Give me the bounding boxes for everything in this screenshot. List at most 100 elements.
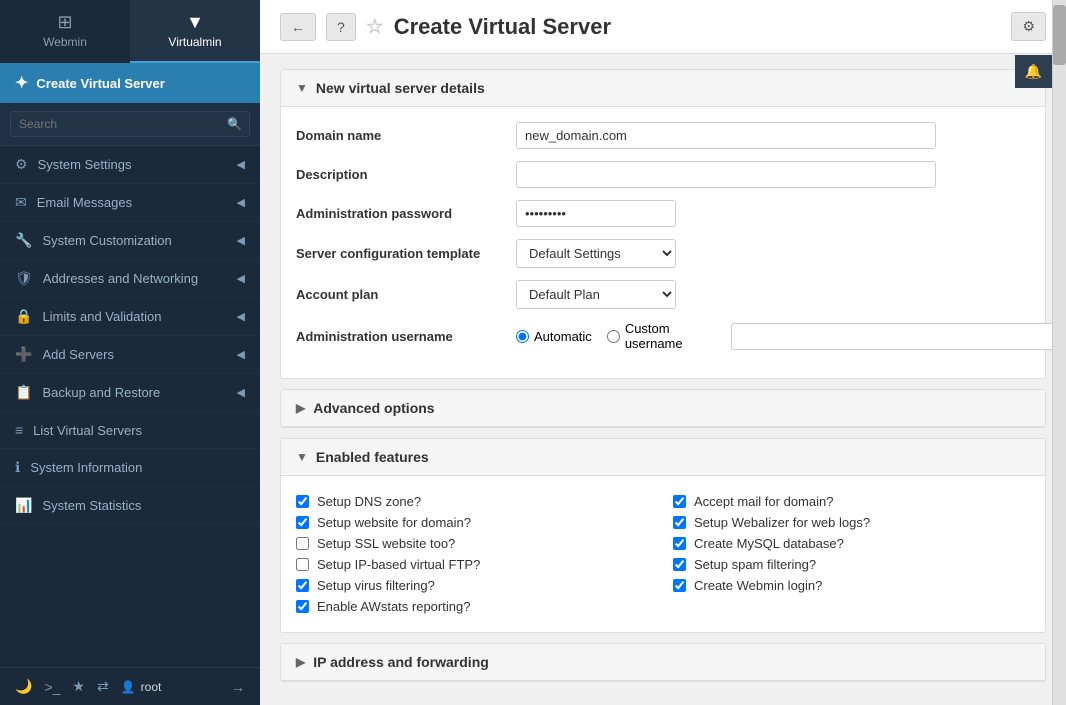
password-input[interactable] (516, 200, 676, 227)
sidebar-item-system-settings[interactable]: ⚙ System Settings ◀ (0, 146, 260, 184)
webmin-tab[interactable]: ⊞ Webmin (0, 0, 130, 63)
config-template-control: Default Settings (516, 239, 1030, 268)
virtualmin-label: Virtualmin (168, 35, 221, 49)
sidebar-item-addresses-networking[interactable]: 🛡 Addresses and Networking ◀ (0, 260, 260, 298)
section1-title: New virtual server details (316, 80, 485, 96)
virtualmin-tab[interactable]: ▼ Virtualmin (130, 0, 260, 63)
sidebar-item-backup-restore[interactable]: 📋 Backup and Restore ◀ (0, 374, 260, 412)
virus-checkbox[interactable] (296, 579, 309, 592)
section3-toggle-icon: ▼ (296, 450, 308, 464)
description-control (516, 161, 1030, 188)
star-icon[interactable]: ★ (72, 678, 85, 695)
radio-custom-label: Custom username (625, 321, 721, 351)
feature-awstats: Enable AWstats reporting? (296, 596, 653, 617)
dns-zone-checkbox[interactable] (296, 495, 309, 508)
terminal-icon[interactable]: >_ (44, 679, 60, 695)
section-ip-forwarding: ▶ IP address and forwarding (280, 643, 1046, 682)
webmin-login-checkbox[interactable] (673, 579, 686, 592)
sidebar-item-system-information[interactable]: ℹ System Information (0, 449, 260, 487)
admin-username-control: Automatic Custom username (516, 321, 1066, 351)
virus-label: Setup virus filtering? (317, 578, 435, 593)
section-new-virtual-server: ▼ New virtual server details Domain name… (280, 69, 1046, 379)
account-plan-label: Account plan (296, 287, 516, 302)
custom-username-input[interactable] (731, 323, 1066, 350)
system-customization-label: System Customization (42, 233, 171, 248)
user-info: 👤 root (121, 680, 162, 694)
mysql-checkbox[interactable] (673, 537, 686, 550)
ssl-checkbox[interactable] (296, 537, 309, 550)
email-messages-label: Email Messages (37, 195, 132, 210)
section1-header[interactable]: ▼ New virtual server details (281, 70, 1045, 107)
description-input[interactable] (516, 161, 936, 188)
admin-username-label: Administration username (296, 329, 516, 344)
main-content: ← ? ☆ Create Virtual Server ⚙ 🔔 ▼ New vi… (260, 0, 1066, 705)
scrollbar-thumb (1053, 5, 1066, 65)
add-servers-label: Add Servers (42, 347, 114, 362)
system-settings-icon: ⚙ (15, 156, 28, 173)
section2-header[interactable]: ▶ Advanced options (281, 390, 1045, 427)
feature-dns-zone: Setup DNS zone? (296, 491, 653, 512)
accept-mail-checkbox[interactable] (673, 495, 686, 508)
search-input[interactable] (10, 111, 250, 137)
ftp-checkbox[interactable] (296, 558, 309, 571)
feature-webalizer: Setup Webalizer for web logs? (673, 512, 1030, 533)
moon-icon[interactable]: 🌙 (15, 678, 32, 695)
active-item-icon: ✦ (15, 73, 28, 93)
feature-website: Setup website for domain? (296, 512, 653, 533)
help-button[interactable]: ? (326, 13, 356, 41)
section4-toggle-icon: ▶ (296, 655, 305, 669)
system-information-icon: ℹ (15, 459, 20, 476)
accept-mail-label: Accept mail for domain? (694, 494, 833, 509)
chevron-icon: ◀ (237, 158, 245, 171)
active-item-label: Create Virtual Server (36, 76, 164, 91)
webalizer-checkbox[interactable] (673, 516, 686, 529)
section-enabled-features: ▼ Enabled features Setup DNS zone? (280, 438, 1046, 633)
backup-restore-icon: 📋 (15, 384, 32, 401)
website-checkbox[interactable] (296, 516, 309, 529)
webalizer-label: Setup Webalizer for web logs? (694, 515, 870, 530)
notification-button[interactable]: 🔔 (1015, 55, 1052, 88)
config-template-label: Server configuration template (296, 246, 516, 261)
chevron-icon-4: ◀ (237, 272, 245, 285)
webmin-label: Webmin (43, 35, 87, 49)
sidebar-item-system-customization[interactable]: 🔧 System Customization ◀ (0, 222, 260, 260)
scrollbar[interactable] (1052, 0, 1066, 705)
page-title-text: Create Virtual Server (394, 14, 611, 40)
radio-custom-option: Custom username (607, 321, 1066, 351)
section3-header[interactable]: ▼ Enabled features (281, 439, 1045, 476)
radio-automatic[interactable] (516, 330, 529, 343)
logout-icon[interactable]: → (231, 679, 245, 695)
password-label: Administration password (296, 206, 516, 221)
awstats-checkbox[interactable] (296, 600, 309, 613)
top-bar-right: ⚙ (1011, 12, 1046, 41)
favorite-star-icon[interactable]: ☆ (366, 14, 384, 39)
section4-header[interactable]: ▶ IP address and forwarding (281, 644, 1045, 681)
sidebar-item-add-servers[interactable]: ➕ Add Servers ◀ (0, 336, 260, 374)
feature-virus: Setup virus filtering? (296, 575, 653, 596)
section-advanced-options: ▶ Advanced options (280, 389, 1046, 428)
radio-custom[interactable] (607, 330, 620, 343)
sidebar-item-system-statistics[interactable]: 📊 System Statistics (0, 487, 260, 525)
action-row: ✔ Create Server (280, 692, 1046, 705)
sidebar: ⊞ Webmin ▼ Virtualmin ✦ Create Virtual S… (0, 0, 260, 705)
section3-title: Enabled features (316, 449, 429, 465)
system-statistics-label: System Statistics (42, 498, 141, 513)
ssl-label: Setup SSL website too? (317, 536, 455, 551)
config-template-select[interactable]: Default Settings (516, 239, 676, 268)
domain-name-row: Domain name (296, 122, 1030, 149)
domain-name-input[interactable] (516, 122, 936, 149)
sidebar-item-email-messages[interactable]: ✉ Email Messages ◀ (0, 184, 260, 222)
description-row: Description (296, 161, 1030, 188)
chevron-icon-6: ◀ (237, 348, 245, 361)
radio-group: Automatic Custom username (516, 321, 1066, 351)
webmin-login-label: Create Webmin login? (694, 578, 822, 593)
sidebar-item-list-virtual-servers[interactable]: ≡ List Virtual Servers (0, 412, 260, 449)
settings-button[interactable]: ⚙ (1011, 12, 1046, 41)
sidebar-item-limits-validation[interactable]: 🔒 Limits and Validation ◀ (0, 298, 260, 336)
password-row: Administration password (296, 200, 1030, 227)
admin-username-row: Administration username Automatic Custom… (296, 321, 1030, 351)
share-icon[interactable]: ⇄ (97, 678, 109, 695)
spam-checkbox[interactable] (673, 558, 686, 571)
account-plan-select[interactable]: Default Plan (516, 280, 676, 309)
back-button[interactable]: ← (280, 13, 316, 41)
